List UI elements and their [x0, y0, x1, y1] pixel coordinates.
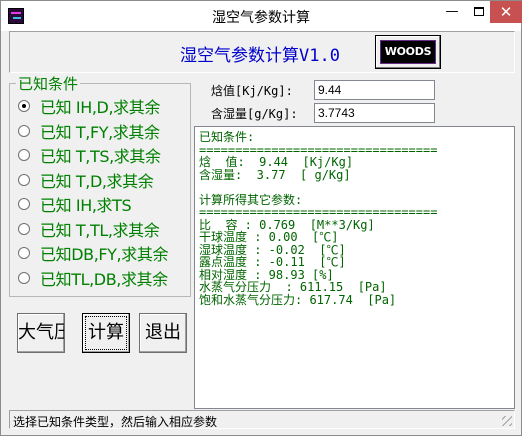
known-conditions-group: 已知条件 已知 IH,D,求其余 已知 T,FY,求其余 已知 T,TS,求其余 已知…: [9, 73, 191, 297]
radio-button[interactable]: [18, 247, 30, 259]
results-output[interactable]: 已知条件: ================================= 焓 …: [194, 126, 515, 409]
result-line: 饱和水蒸气分压力: 617.74 [Pa]: [199, 292, 397, 307]
app-heading: 湿空气参数计算V1.0: [180, 46, 340, 66]
woods-logo-button[interactable]: WOODS: [375, 35, 441, 69]
condition-option[interactable]: 已知 T,D,求其余: [18, 169, 154, 191]
condition-option-label: 已知 T,TS,求其余: [40, 147, 161, 166]
woods-logo: WOODS: [380, 40, 436, 64]
condition-option-label: 已知TL,DB,求其余: [40, 269, 168, 289]
result-line: [199, 181, 514, 194]
moisture-field[interactable]: [314, 103, 435, 123]
maximize-button[interactable]: [465, 1, 493, 23]
result-line: 已知条件:: [199, 130, 255, 144]
status-text: 选择已知条件类型，然后输入相应参数: [13, 415, 218, 429]
enthalpy-label: 焓值[Kj/Kg]:: [211, 84, 293, 98]
condition-option[interactable]: 已知 T,FY,求其余: [18, 120, 160, 142]
status-bar: 选择已知条件类型，然后输入相应参数: [9, 410, 515, 429]
condition-option-label: 已知 T,D,求其余: [40, 171, 154, 191]
atmospheric-pressure-button[interactable]: 大气压: [17, 313, 65, 353]
minimize-button[interactable]: —: [438, 1, 466, 23]
condition-option-label: 已知DB,FY,求其余: [40, 245, 169, 264]
condition-option[interactable]: 已知TL,DB,求其余: [18, 267, 168, 289]
condition-option-label: 已知 T,FY,求其余: [40, 122, 160, 142]
radio-button[interactable]: [18, 222, 30, 235]
radio-button[interactable]: [18, 173, 30, 186]
result-line: 焓 值: 9.44 [Kj/Kg]: [199, 155, 354, 169]
header-panel: 湿空气参数计算V1.0 WOODS: [9, 31, 515, 73]
result-line: 干球温度 : 0.00 [℃]: [199, 230, 339, 244]
radio-button[interactable]: [18, 149, 30, 161]
moisture-label: 含湿量[g/Kg]:: [211, 107, 298, 121]
result-line: 含湿量: 3.77 [ g/Kg]: [199, 167, 351, 182]
result-line: 水蒸气分压力 : 611.15 [Pa]: [199, 280, 387, 294]
radio-button[interactable]: [18, 100, 30, 112]
enthalpy-field[interactable]: [314, 80, 435, 100]
app-window: 湿空气参数计算 — ✕ 湿空气参数计算V1.0 WOODS 已知条件 已知 IH…: [0, 0, 522, 436]
title-bar[interactable]: 湿空气参数计算 — ✕: [1, 1, 522, 31]
radio-button[interactable]: [18, 198, 30, 210]
close-button[interactable]: ✕: [490, 1, 522, 23]
radio-button[interactable]: [18, 271, 30, 284]
calculate-button[interactable]: 计算: [82, 313, 130, 353]
condition-option[interactable]: 已知DB,FY,求其余: [18, 242, 168, 264]
exit-button[interactable]: 退出: [139, 313, 187, 353]
maximize-icon: [474, 7, 484, 16]
condition-option[interactable]: 已知 IH,求TS: [18, 193, 132, 215]
result-line: =================================: [199, 205, 438, 219]
condition-option[interactable]: 已知 IH,D,求其余: [18, 95, 160, 117]
condition-option-label: 已知 IH,D,求其余: [40, 98, 160, 117]
resize-grip-icon[interactable]: [502, 416, 512, 426]
condition-option-label: 已知 T,TL,求其余: [40, 220, 160, 240]
radio-button[interactable]: [18, 124, 30, 137]
result-line: 露点温度 : -0.11 [℃]: [199, 255, 346, 269]
condition-option-label: 已知 IH,求TS: [40, 196, 132, 215]
condition-option[interactable]: 已知 T,TL,求其余: [18, 218, 160, 240]
known-conditions-legend: 已知条件: [16, 73, 81, 94]
results-lines: 已知条件: ================================= 焓 …: [199, 131, 514, 306]
condition-option[interactable]: 已知 T,TS,求其余: [18, 144, 161, 166]
